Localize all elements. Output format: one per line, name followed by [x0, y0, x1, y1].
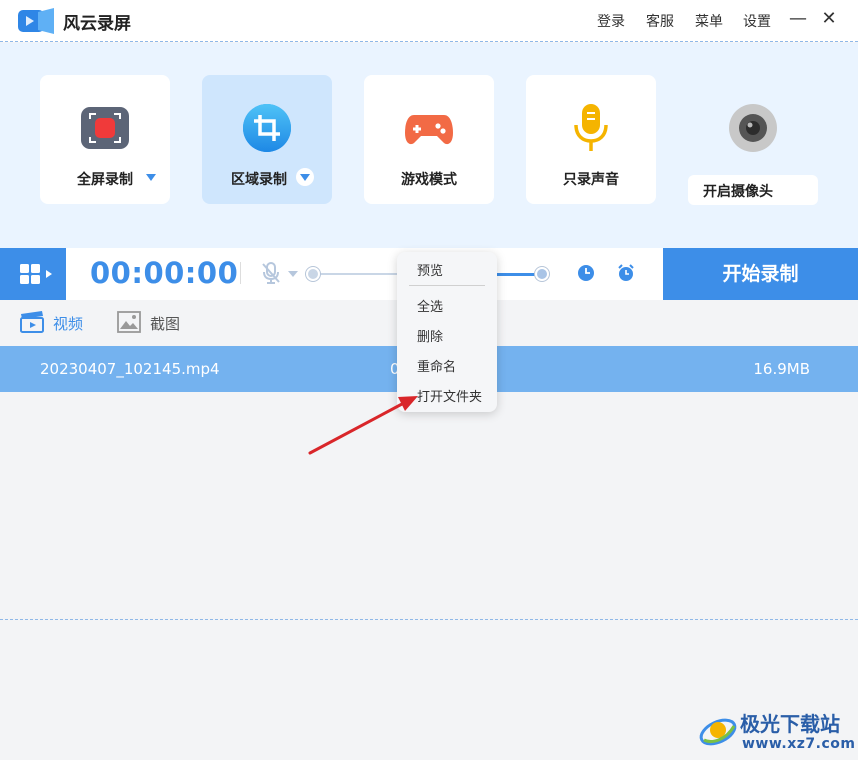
- region-dropdown-chevron-icon[interactable]: [296, 168, 314, 186]
- game-mode-label: 游戏模式: [401, 172, 457, 188]
- toolbar-divider: [240, 262, 241, 284]
- webcam-icon: [729, 104, 777, 152]
- start-recording-button[interactable]: 开始录制: [663, 248, 858, 300]
- microphone-icon: [574, 104, 608, 151]
- menu-link[interactable]: 菜单: [695, 11, 723, 31]
- file-size: 16.9MB: [753, 360, 810, 378]
- region-record-label: 区域录制: [231, 172, 287, 188]
- image-icon: [117, 311, 141, 333]
- menu-divider: [409, 285, 485, 286]
- recording-timer: 00:00:00: [90, 256, 239, 290]
- watermark: 极光下载站 www.xz7.com: [698, 706, 858, 760]
- layout-toggle-button[interactable]: [0, 248, 66, 300]
- gamepad-icon: [405, 115, 453, 145]
- volume-slider-knob[interactable]: [306, 267, 320, 281]
- region-record-card[interactable]: 区域录制: [202, 75, 332, 204]
- fullscreen-dropdown-chevron-icon[interactable]: [142, 168, 160, 186]
- timer-clock-icon[interactable]: [577, 264, 595, 282]
- menu-item-open-folder[interactable]: 打开文件夹: [417, 386, 482, 405]
- watermark-logo-icon: [699, 718, 737, 746]
- menu-item-preview[interactable]: 预览: [417, 260, 443, 279]
- speaker-slider-knob[interactable]: [535, 267, 549, 281]
- open-camera-button[interactable]: 开启摄像头: [688, 175, 818, 205]
- video-clapper-icon: [20, 311, 44, 333]
- menu-item-select-all[interactable]: 全选: [417, 296, 443, 315]
- alarm-clock-icon[interactable]: [617, 264, 635, 282]
- tab-screenshot-label: 截图: [150, 315, 181, 333]
- close-button[interactable]: ✕: [818, 8, 840, 32]
- game-mode-card[interactable]: 游戏模式: [364, 75, 494, 204]
- fullscreen-record-card[interactable]: 全屏录制: [40, 75, 170, 204]
- audio-only-card[interactable]: 只录声音: [526, 75, 656, 204]
- grid-layout-icon: [20, 264, 52, 284]
- watermark-url: www.xz7.com: [742, 736, 856, 752]
- tab-video-label: 视频: [53, 315, 84, 333]
- menu-item-delete[interactable]: 删除: [417, 326, 443, 345]
- login-link[interactable]: 登录: [597, 11, 625, 31]
- watermark-title: 极光下载站: [740, 712, 840, 736]
- crop-icon: [243, 104, 291, 152]
- file-name: 20230407_102145.mp4: [40, 360, 220, 378]
- fullscreen-record-label: 全屏录制: [77, 172, 133, 188]
- mic-muted-icon[interactable]: [260, 262, 282, 284]
- minimize-button[interactable]: —: [787, 8, 809, 32]
- menu-item-rename[interactable]: 重命名: [417, 356, 456, 375]
- fullscreen-record-icon: [81, 107, 129, 149]
- mic-dropdown-caret-icon[interactable]: [288, 271, 298, 277]
- tab-video[interactable]: 视频: [20, 309, 90, 337]
- support-link[interactable]: 客服: [646, 11, 674, 31]
- camera-card: 开启摄像头: [688, 75, 818, 205]
- open-camera-label: 开启摄像头: [703, 184, 773, 200]
- audio-only-label: 只录声音: [563, 172, 619, 188]
- context-menu: 预览 全选 删除 重命名 打开文件夹: [397, 252, 497, 412]
- settings-link[interactable]: 设置: [743, 11, 771, 31]
- app-title: 风云录屏: [63, 14, 131, 34]
- title-bar: 风云录屏 登录 客服 菜单 设置 — ✕: [0, 0, 858, 42]
- tab-screenshot[interactable]: 截图: [117, 309, 187, 337]
- app-logo-icon: [18, 8, 54, 34]
